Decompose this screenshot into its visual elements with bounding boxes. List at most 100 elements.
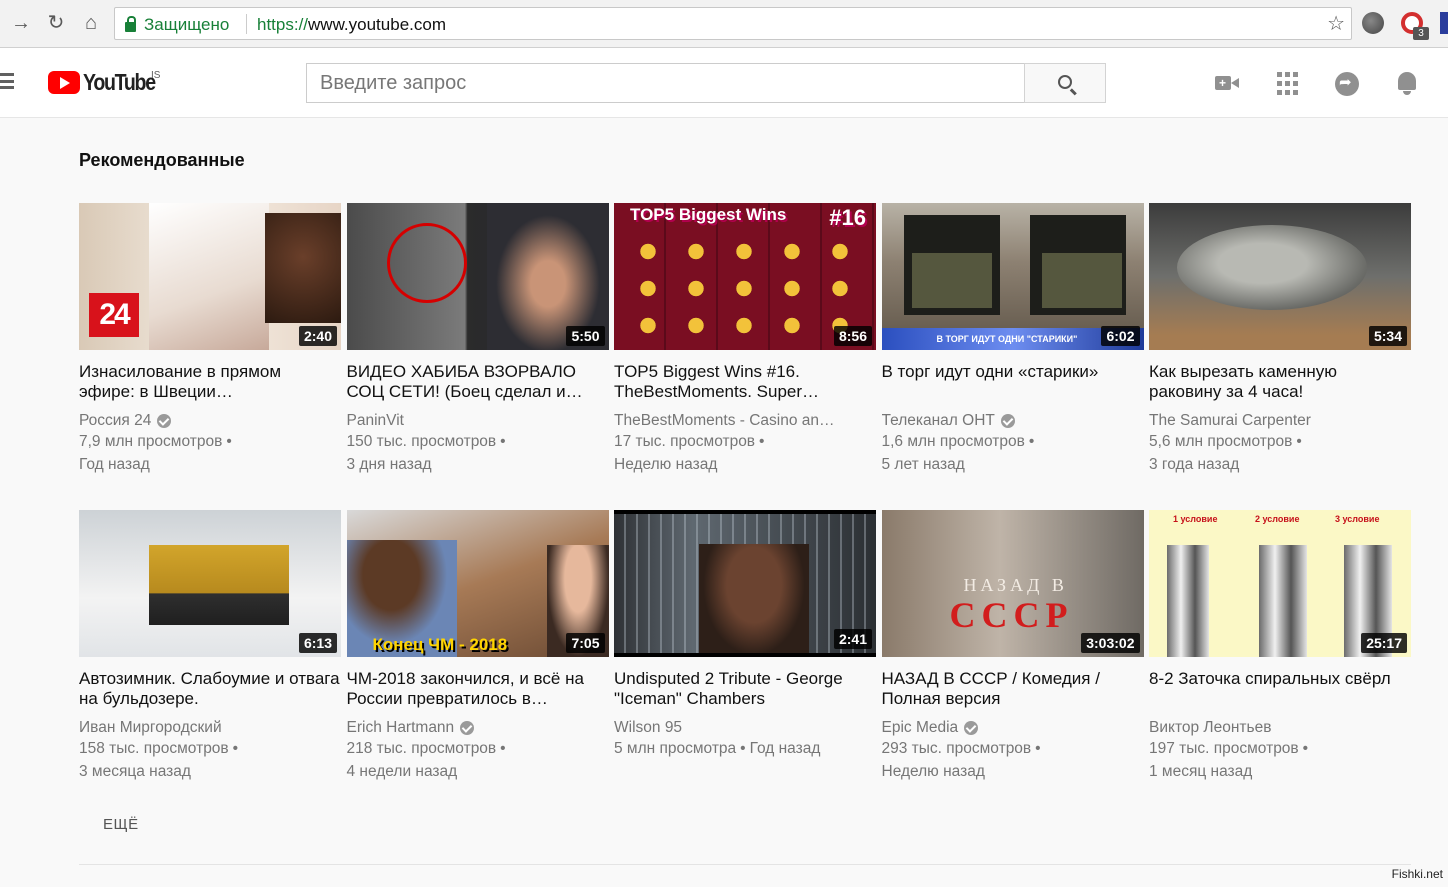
search-button[interactable] <box>1024 63 1106 103</box>
video-duration: 3:03:02 <box>1081 633 1140 653</box>
video-channel[interactable]: PaninVit <box>347 412 609 430</box>
thumb-text-2: СССР <box>949 595 1074 635</box>
address-separator <box>246 14 247 34</box>
video-views: 150 тыс. просмотров • <box>346 433 506 450</box>
video-thumbnail[interactable]: В ТОРГ ИДУТ ОДНИ "СТАРИКИ" 6:02 <box>881 203 1144 350</box>
thumb-number: #16 <box>829 205 866 230</box>
show-more-button[interactable]: ЕЩЁ <box>103 816 139 833</box>
video-card[interactable]: TOP5 Biggest Wins #16 8:56 TOP5 Biggest … <box>614 203 876 510</box>
video-age: 1 месяц назад <box>1149 763 1253 780</box>
video-card[interactable]: 6:13 Автозимник. Слабоумие и отвага на б… <box>79 510 341 817</box>
thumb-label: 2 условие <box>1255 514 1300 524</box>
video-channel[interactable]: Виктор Леонтьев <box>1149 719 1411 737</box>
video-grid: 24 2:40 Изнасилование в прямом эфире: в … <box>79 203 1411 817</box>
video-channel[interactable]: Epic Media <box>882 719 1144 737</box>
video-channel[interactable]: Телеканал ОНТ <box>882 412 1144 430</box>
thumb-caption: Конец ЧМ - 2018 <box>372 635 508 654</box>
youtube-header: YouTube IS + <box>0 48 1448 118</box>
address-bar[interactable]: Защищено https://www.youtube.com ☆ <box>114 7 1352 40</box>
notifications-bell-icon[interactable] <box>1396 72 1420 96</box>
video-thumbnail[interactable]: 2:41 <box>614 510 876 657</box>
video-title[interactable]: Изнасилование в прямом эфире: в Швеции… <box>79 362 341 402</box>
video-title[interactable]: ЧМ-2018 закончился, и всё на России прев… <box>347 669 609 709</box>
watermark: Fishki.net <box>1391 867 1443 881</box>
video-card[interactable]: 2:41 Undisputed 2 Tribute - George "Icem… <box>614 510 876 817</box>
video-thumbnail[interactable]: 1 условие 2 условие 3 условие 25:17 <box>1149 510 1411 657</box>
home-icon[interactable]: ⌂ <box>78 10 104 36</box>
video-thumbnail[interactable]: TOP5 Biggest Wins #16 8:56 <box>614 203 876 350</box>
video-card[interactable]: Конец ЧМ - 2018 7:05 ЧМ-2018 закончился,… <box>346 510 609 817</box>
video-title[interactable]: TOP5 Biggest Wins #16. TheBestMoments. S… <box>614 362 876 402</box>
video-title[interactable]: Автозимник. Слабоумие и отвага на бульдо… <box>79 669 341 709</box>
upload-video-icon[interactable]: + <box>1215 72 1239 96</box>
video-card[interactable]: 5:34 Как вырезать каменную раковину за 4… <box>1149 203 1411 510</box>
video-title[interactable]: Как вырезать каменную раковину за 4 часа… <box>1149 362 1411 402</box>
video-channel[interactable]: TheBestMoments - Casino an… <box>614 412 876 430</box>
reload-icon[interactable]: ↻ <box>43 10 69 36</box>
secure-indicator[interactable]: Защищено <box>125 15 229 35</box>
video-views: 293 тыс. просмотров • <box>881 740 1041 757</box>
video-title[interactable]: ВИДЕО ХАБИБА ВЗОРВАЛО СОЦ СЕТИ! (Боец сд… <box>347 362 609 402</box>
menu-icon[interactable] <box>0 73 14 89</box>
video-duration: 2:40 <box>298 326 337 346</box>
bookmark-star-icon[interactable]: ☆ <box>1327 11 1345 36</box>
video-age: Неделю назад <box>881 763 985 780</box>
video-thumbnail[interactable]: 6:13 <box>79 510 341 657</box>
video-card[interactable]: 24 2:40 Изнасилование в прямом эфире: в … <box>79 203 341 510</box>
video-channel[interactable]: Erich Hartmann <box>347 719 609 737</box>
section-title: Рекомендованные <box>79 150 245 170</box>
thumb-text: TOP5 Biggest Wins <box>630 205 787 224</box>
extension-partial-icon[interactable] <box>1440 12 1448 34</box>
extension-globe-icon[interactable] <box>1362 12 1384 34</box>
video-views: 5,6 млн просмотров • <box>1149 433 1302 450</box>
video-channel[interactable]: Россия 24 <box>79 412 341 430</box>
search-box <box>306 63 1025 103</box>
video-views: 17 тыс. просмотров • <box>614 433 765 450</box>
video-thumbnail[interactable]: НАЗАД В СССР 3:03:02 <box>881 510 1144 657</box>
country-code: IS <box>151 70 161 81</box>
forward-arrow-icon[interactable]: → <box>8 10 34 36</box>
video-age: 4 недели назад <box>346 763 458 780</box>
video-thumbnail[interactable]: 5:50 <box>346 203 609 350</box>
url-text[interactable]: https://www.youtube.com <box>257 15 446 35</box>
logo-text: YouTube <box>83 69 156 95</box>
video-channel[interactable]: Wilson 95 <box>614 719 876 737</box>
apps-grid-icon[interactable] <box>1277 72 1301 96</box>
video-thumbnail[interactable]: 24 2:40 <box>79 203 341 350</box>
video-age: 5 лет назад <box>881 456 965 473</box>
browser-toolbar: → ↻ ⌂ Защищено https://www.youtube.com ☆… <box>0 0 1448 48</box>
video-age: 3 дня назад <box>346 456 432 473</box>
video-title[interactable]: 8-2 Заточка спиральных свёрл <box>1149 669 1411 709</box>
video-card[interactable]: НАЗАД В СССР 3:03:02 НАЗАД В СССР / Коме… <box>881 510 1144 817</box>
thumb-text: НАЗАД В <box>963 575 1068 595</box>
video-title[interactable]: Undisputed 2 Tribute - George "Iceman" C… <box>614 669 876 709</box>
video-card[interactable]: 1 условие 2 условие 3 условие 25:17 8-2 … <box>1149 510 1411 817</box>
play-logo-icon <box>48 71 80 94</box>
video-duration: 25:17 <box>1361 633 1407 653</box>
video-thumbnail[interactable]: Конец ЧМ - 2018 7:05 <box>346 510 609 657</box>
video-card[interactable]: В ТОРГ ИДУТ ОДНИ "СТАРИКИ" 6:02 В торг и… <box>881 203 1144 510</box>
youtube-logo[interactable]: YouTube <box>48 69 167 96</box>
thumb-logo-text: 24 <box>89 293 139 337</box>
video-duration: 6:13 <box>298 633 337 653</box>
video-duration: 8:56 <box>833 326 872 346</box>
video-thumbnail[interactable]: 5:34 <box>1149 203 1411 350</box>
video-title[interactable]: В торг идут одни «старики» <box>882 362 1144 402</box>
video-title[interactable]: НАЗАД В СССР / Комедия / Полная версия <box>882 669 1144 709</box>
thumb-label: 3 условие <box>1335 514 1380 524</box>
video-channel[interactable]: The Samurai Carpenter <box>1149 412 1411 430</box>
messages-icon[interactable] <box>1335 72 1359 96</box>
search-icon <box>1058 75 1072 89</box>
video-channel[interactable]: Иван Миргородский <box>79 719 341 737</box>
video-duration: 6:02 <box>1101 326 1140 346</box>
video-views: 7,9 млн просмотров • <box>79 433 232 450</box>
verified-icon <box>964 721 979 735</box>
search-input[interactable] <box>307 64 1024 102</box>
video-views: 5 млн просмотра • Год назад <box>614 740 821 757</box>
video-views: 158 тыс. просмотров • <box>79 740 239 757</box>
video-age: 3 месяца назад <box>79 763 191 780</box>
video-card[interactable]: 5:50 ВИДЕО ХАБИБА ВЗОРВАЛО СОЦ СЕТИ! (Бо… <box>346 203 609 510</box>
video-views: 197 тыс. просмотров • <box>1149 740 1309 757</box>
video-duration: 5:50 <box>566 326 605 346</box>
video-age: 3 года назад <box>1149 456 1240 473</box>
